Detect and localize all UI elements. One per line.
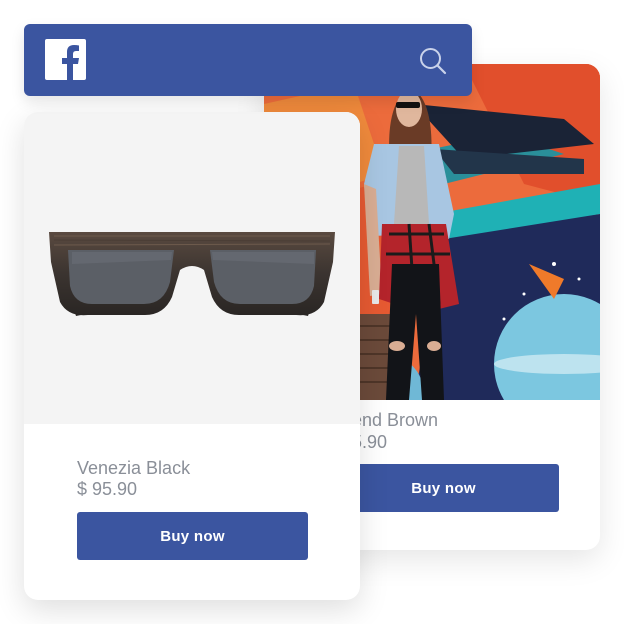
product-image-area xyxy=(24,112,360,424)
sunglasses-image xyxy=(49,232,335,316)
product-card-front: Venezia Black $ 95.90 Buy now xyxy=(24,112,360,600)
buy-now-button[interactable]: Buy now xyxy=(77,512,308,560)
search-icon[interactable] xyxy=(418,46,448,76)
product-name: end Brown xyxy=(352,410,439,430)
buy-now-button[interactable]: Buy now xyxy=(328,464,559,512)
facebook-logo-icon[interactable] xyxy=(45,39,86,80)
product-price: $ 95.90 xyxy=(77,479,138,499)
facebook-header-bar xyxy=(24,24,472,96)
product-name: Venezia Black xyxy=(77,458,191,478)
